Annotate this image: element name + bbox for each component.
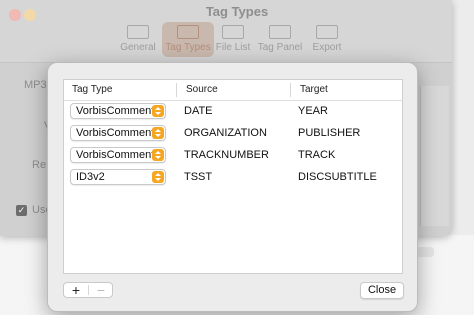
use-checkbox[interactable]: ✓ [16, 205, 27, 216]
tag-type-value: ID3v2 [76, 171, 105, 183]
tag-type-value: VorbisComment [76, 105, 155, 117]
add-remove-control: + − [63, 282, 113, 298]
export-icon [316, 25, 338, 39]
target-cell[interactable]: YEAR [298, 105, 328, 117]
popup-stepper-icon [152, 171, 164, 183]
right-panel-edge [420, 86, 449, 226]
toolbar-tag-panel-label: Tag Panel [257, 42, 303, 53]
toolbar-export-label: Export [312, 42, 342, 53]
table-row[interactable]: VorbisComment ORGANIZATION PUBLISHER [64, 123, 402, 145]
column-header-target[interactable]: Target [300, 84, 328, 95]
source-cell[interactable]: ORGANIZATION [184, 127, 267, 139]
target-cell[interactable]: DISCSUBTITLE [298, 171, 377, 183]
table-header: Tag Type Source Target [64, 80, 402, 101]
tag-type-popup[interactable]: ID3v2 [70, 169, 166, 185]
popup-stepper-icon [152, 149, 164, 161]
toolbar-export[interactable]: Export [301, 25, 353, 53]
titlebar: Tag Types General Tag Types File List Ta… [0, 0, 452, 63]
tag-types-sheet: Tag Type Source Target VorbisComment DAT… [47, 62, 418, 312]
tag-type-popup[interactable]: VorbisComment [70, 147, 166, 163]
column-header-source[interactable]: Source [186, 84, 218, 95]
add-row-button[interactable]: + [64, 283, 88, 297]
partial-label-re: Re [32, 159, 47, 171]
tag-mapping-table: Tag Type Source Target VorbisComment DAT… [63, 79, 403, 274]
popup-stepper-icon [152, 105, 164, 117]
popup-stepper-icon [152, 127, 164, 139]
toolbar-general-label: General [120, 42, 156, 53]
mp3-label: MP3 [24, 79, 47, 91]
column-divider [176, 83, 177, 97]
toolbar-tag-panel[interactable]: Tag Panel [254, 25, 306, 53]
table-row[interactable]: VorbisComment DATE YEAR [64, 101, 402, 123]
target-cell[interactable]: TRACK [298, 149, 335, 161]
tag-type-popup[interactable]: VorbisComment [70, 125, 166, 141]
window-title: Tag Types [205, 4, 269, 19]
tag-type-value: VorbisComment [76, 149, 155, 161]
toolbar-file-list-label: File List [215, 42, 251, 53]
toolbar-tag-types-label: Tag Types [165, 42, 211, 53]
source-cell[interactable]: TSST [184, 171, 212, 183]
general-icon [127, 25, 149, 39]
toolbar-general[interactable]: General [112, 25, 164, 53]
source-cell[interactable]: DATE [184, 105, 213, 117]
remove-row-button[interactable]: − [89, 283, 113, 297]
file-list-icon [222, 25, 244, 39]
tag-types-icon [177, 25, 199, 39]
table-row[interactable]: ID3v2 TSST DISCSUBTITLE [64, 167, 402, 189]
column-header-tag-type[interactable]: Tag Type [72, 84, 112, 95]
toolbar-file-list[interactable]: File List [207, 25, 259, 53]
source-cell[interactable]: TRACKNUMBER [184, 149, 269, 161]
tag-panel-icon [269, 25, 291, 39]
column-divider [290, 83, 291, 97]
tag-type-value: VorbisComment [76, 127, 155, 139]
close-button[interactable]: Close [360, 282, 404, 299]
tag-type-popup[interactable]: VorbisComment [70, 103, 166, 119]
target-cell[interactable]: PUBLISHER [298, 127, 360, 139]
table-row[interactable]: VorbisComment TRACKNUMBER TRACK [64, 145, 402, 167]
